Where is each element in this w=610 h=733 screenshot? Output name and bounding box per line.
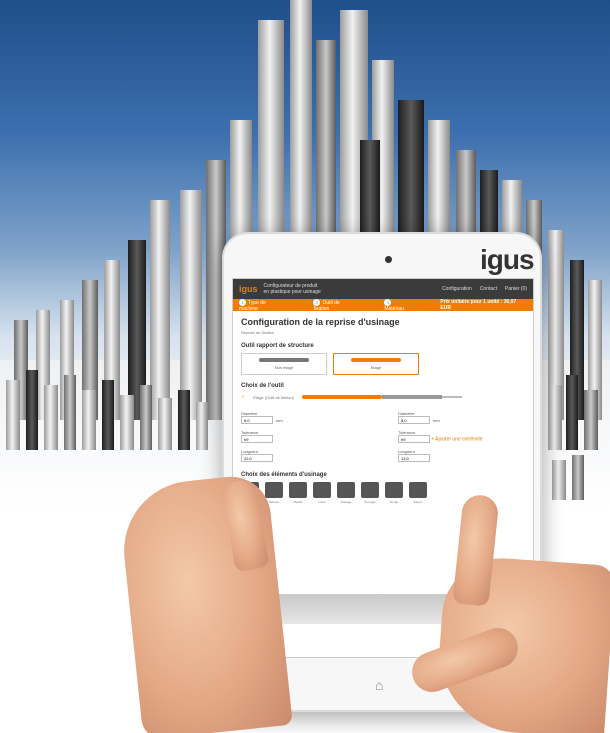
configuration-link[interactable]: Configuration	[442, 286, 472, 292]
unit-price: Prix unitaire pour 1 unité : 36,97 EUR	[440, 299, 517, 311]
right-diameter-field: Diamètre mm	[398, 411, 525, 424]
right-diameter-input[interactable]	[398, 416, 430, 424]
contact-link[interactable]: Contact	[480, 286, 497, 292]
tool-segment-2	[381, 395, 442, 399]
add-end-button[interactable]: + Ajouter une extrémité	[431, 437, 483, 443]
structure-choices: Non étagé Étagé	[241, 353, 525, 375]
element-cone[interactable]: Cône	[313, 482, 331, 504]
step-3[interactable]: 3Matériau	[384, 298, 412, 312]
radius-icon	[409, 482, 427, 498]
camera	[385, 256, 392, 263]
left-diameter-field: Diamètre mm	[241, 411, 368, 424]
thread-icon	[337, 482, 355, 498]
choice-non-stepped-label: Non étagé	[274, 365, 294, 370]
step-bar: 1 Type de machine 2 Outil de fixation 3Mat…	[233, 298, 533, 312]
app-subtitle-line2: en plastique pour usinage	[263, 289, 321, 295]
left-length-input[interactable]	[241, 454, 273, 462]
left-diameter-unit: mm	[276, 417, 283, 423]
cone-icon	[313, 482, 331, 498]
step-3-label: Matériau	[384, 305, 404, 312]
step-2-number: 2	[313, 298, 321, 306]
page-title: Configuration de la reprise d'usinage	[241, 317, 400, 327]
tool-option-label[interactable]: Étagé (Outil de finition)	[253, 395, 294, 400]
tool-segment-1	[301, 395, 382, 399]
step-1-number: 1	[239, 298, 246, 306]
left-tolerance-field: Tolérance	[241, 430, 368, 443]
right-diameter-unit: mm	[433, 417, 440, 423]
header-links: Configuration Contact Panier (0)	[442, 286, 527, 292]
element-thread[interactable]: Filetage	[337, 482, 355, 504]
brand-logo: igus	[480, 244, 535, 275]
left-diameter-input[interactable]	[241, 416, 273, 424]
page-subtitle: Reprise de fixation	[241, 330, 275, 335]
choice-non-stepped[interactable]: Non étagé	[241, 353, 327, 375]
home-button[interactable]: ⌂	[375, 677, 383, 693]
step-2[interactable]: 2 Outil de fixation	[313, 298, 356, 312]
element-flat-label: Méplat	[293, 500, 303, 504]
step-1[interactable]: 1 Type de machine	[239, 298, 285, 312]
tool-structure-heading: Outil rapport de structure	[241, 343, 314, 349]
cart-link[interactable]: Panier (0)	[505, 286, 527, 292]
flat-icon	[289, 482, 307, 498]
elements-heading: Choix des éléments d'usinage	[241, 472, 327, 478]
choice-stepped[interactable]: Étagé	[333, 353, 419, 375]
right-tolerance-field: Tolérance + Ajouter une extrémité	[398, 430, 525, 443]
tool-segment-3	[441, 396, 462, 398]
add-end-label: Ajouter une extrémité	[435, 436, 483, 443]
dimension-form: Diamètre mm Diamètre mm Tolérance Toléra…	[241, 411, 525, 462]
element-recess-label: Gorge	[389, 500, 399, 504]
element-thread-label: Filetage	[340, 500, 352, 504]
tool-row: ✓ Étagé (Outil de finition)	[241, 393, 525, 401]
step-3-number: 3	[384, 298, 392, 306]
check-icon: ✓	[241, 394, 246, 400]
background-scene: igus igus Configurateur de produit en pl…	[0, 0, 610, 733]
bore-icon	[361, 482, 379, 498]
element-bore[interactable]: Perçage	[361, 482, 379, 504]
element-bore-label: Perçage	[364, 500, 376, 504]
groove-icon	[265, 482, 283, 498]
main-content: Configuration de la reprise d'usinage Re…	[233, 311, 533, 510]
app-subtitle: Configurateur de produit en plastique po…	[264, 283, 321, 295]
element-flat[interactable]: Méplat	[289, 482, 307, 504]
app-header: igus Configurateur de produit en plastiq…	[233, 279, 533, 299]
app-logo[interactable]: igus	[239, 284, 258, 294]
element-recess[interactable]: Gorge	[385, 482, 403, 504]
left-length-field: Longueur	[241, 449, 368, 462]
right-length-input[interactable]	[398, 454, 430, 462]
stepped-bar	[351, 358, 401, 362]
non-stepped-bar	[259, 358, 309, 362]
tool-preview	[301, 393, 462, 401]
left-hand	[117, 472, 293, 733]
left-tolerance-select[interactable]	[241, 435, 273, 443]
choice-stepped-label: Étagé	[370, 365, 382, 370]
tool-choice-heading: Choix de l'outil	[241, 383, 284, 389]
right-tolerance-select[interactable]	[398, 435, 430, 443]
element-radius-label: Rayon	[413, 500, 423, 504]
element-radius[interactable]: Rayon	[409, 482, 427, 504]
recess-icon	[385, 482, 403, 498]
right-length-field: Longueur	[398, 449, 525, 462]
element-cone-label: Cône	[318, 500, 326, 504]
